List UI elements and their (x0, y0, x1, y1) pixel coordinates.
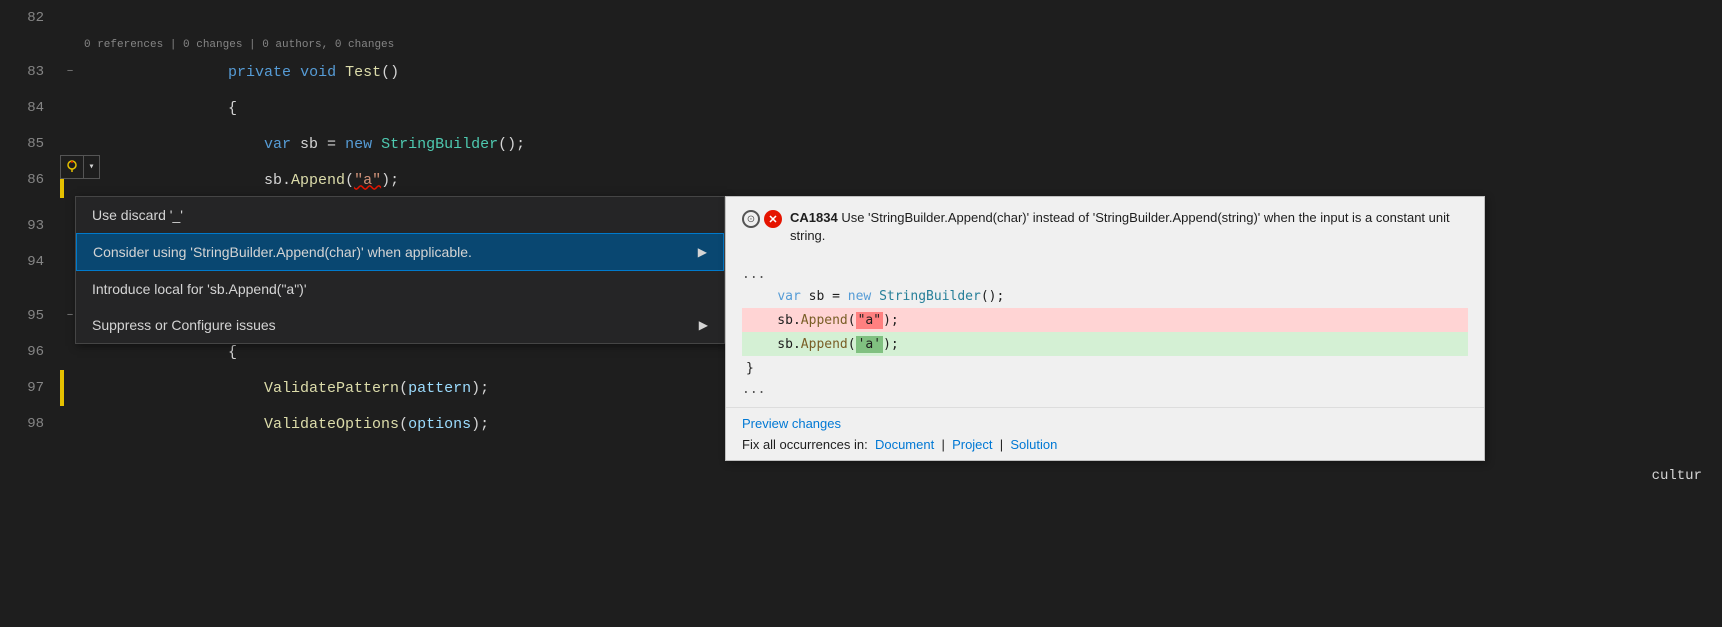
lightbulb-widget[interactable]: ▾ (60, 155, 100, 179)
preview-code-area: ... var sb = new StringBuilder(); sb.App… (726, 257, 1484, 407)
lightbulb-dropdown[interactable]: ▾ (84, 155, 100, 179)
menu-arrow-suppress: ▶ (699, 318, 708, 332)
yellow-bar-97 (60, 370, 64, 406)
line-number-84: 84 (0, 100, 60, 116)
fix-all-line: Fix all occurrences in: Document | Proje… (742, 437, 1468, 452)
fix-document-link[interactable]: Document (875, 437, 934, 452)
preview-title-text: Use 'StringBuilder.Append(char)' instead… (790, 210, 1450, 243)
line-number-85: 85 (0, 136, 60, 152)
preview-dots-after: ... (742, 380, 1468, 399)
gutter-83[interactable]: − (60, 66, 80, 78)
line-number-97: 97 (0, 380, 60, 396)
code-line-83: 83 − private void Test() (0, 54, 1722, 90)
fix-all-prefix: Fix all occurrences in: (742, 437, 868, 452)
code-line-82: 82 (0, 0, 1722, 36)
line-number-82: 82 (0, 10, 60, 26)
menu-item-suppress[interactable]: Suppress or Configure issues ▶ (76, 307, 724, 343)
separator-2: | (1000, 437, 1003, 452)
preview-panel: ⊙ ✕ CA1834 Use 'StringBuilder.Append(cha… (725, 196, 1485, 461)
line-number-83: 83 (0, 64, 60, 80)
line-number-95: 95 (0, 308, 60, 324)
circle-check-icon: ⊙ (742, 210, 760, 228)
preview-header: ⊙ ✕ CA1834 Use 'StringBuilder.Append(cha… (726, 197, 1484, 257)
preview-dots-before: ... (742, 265, 1468, 284)
preview-code-line-removed: sb.Append("a"); (742, 308, 1468, 332)
fix-solution-link[interactable]: Solution (1010, 437, 1057, 452)
line-number-93: 93 (0, 218, 60, 234)
preview-header-icons: ⊙ ✕ (742, 210, 782, 228)
preview-code-line-added: sb.Append('a'); (742, 332, 1468, 356)
preview-title: CA1834 Use 'StringBuilder.Append(char)' … (790, 209, 1468, 245)
editor-area: 82 0 references | 0 changes | 0 authors,… (0, 0, 1722, 627)
error-icon: ✕ (764, 210, 782, 228)
lightbulb-svg (65, 160, 79, 174)
menu-item-introduce[interactable]: Introduce local for 'sb.Append("a")' (76, 271, 724, 307)
menu-item-consider[interactable]: Consider using 'StringBuilder.Append(cha… (76, 233, 724, 271)
context-menu: Use discard '_' Consider using 'StringBu… (75, 196, 725, 344)
lightbulb-icon[interactable] (60, 155, 84, 179)
preview-code-line-brace: } (742, 356, 1468, 380)
separator-1: | (941, 437, 944, 452)
line-number-96: 96 (0, 344, 60, 360)
code-line-86: 86 sb.Append("a"); (0, 162, 1722, 198)
menu-arrow-consider: ▶ (698, 245, 707, 259)
line-number-94: 94 (0, 254, 60, 270)
rule-id: CA1834 (790, 210, 838, 225)
menu-item-discard[interactable]: Use discard '_' (76, 197, 724, 233)
line-number-98: 98 (0, 416, 60, 432)
right-side-text: cultur (1652, 468, 1702, 484)
line-content-98: ValidateOptions(options); (80, 399, 489, 450)
preview-changes-link[interactable]: Preview changes (742, 416, 1468, 431)
line-number-86: 86 (0, 172, 60, 188)
preview-code-line-sb: var sb = new StringBuilder(); (742, 284, 1468, 308)
fix-project-link[interactable]: Project (952, 437, 992, 452)
preview-footer: Preview changes Fix all occurrences in: … (726, 407, 1484, 460)
